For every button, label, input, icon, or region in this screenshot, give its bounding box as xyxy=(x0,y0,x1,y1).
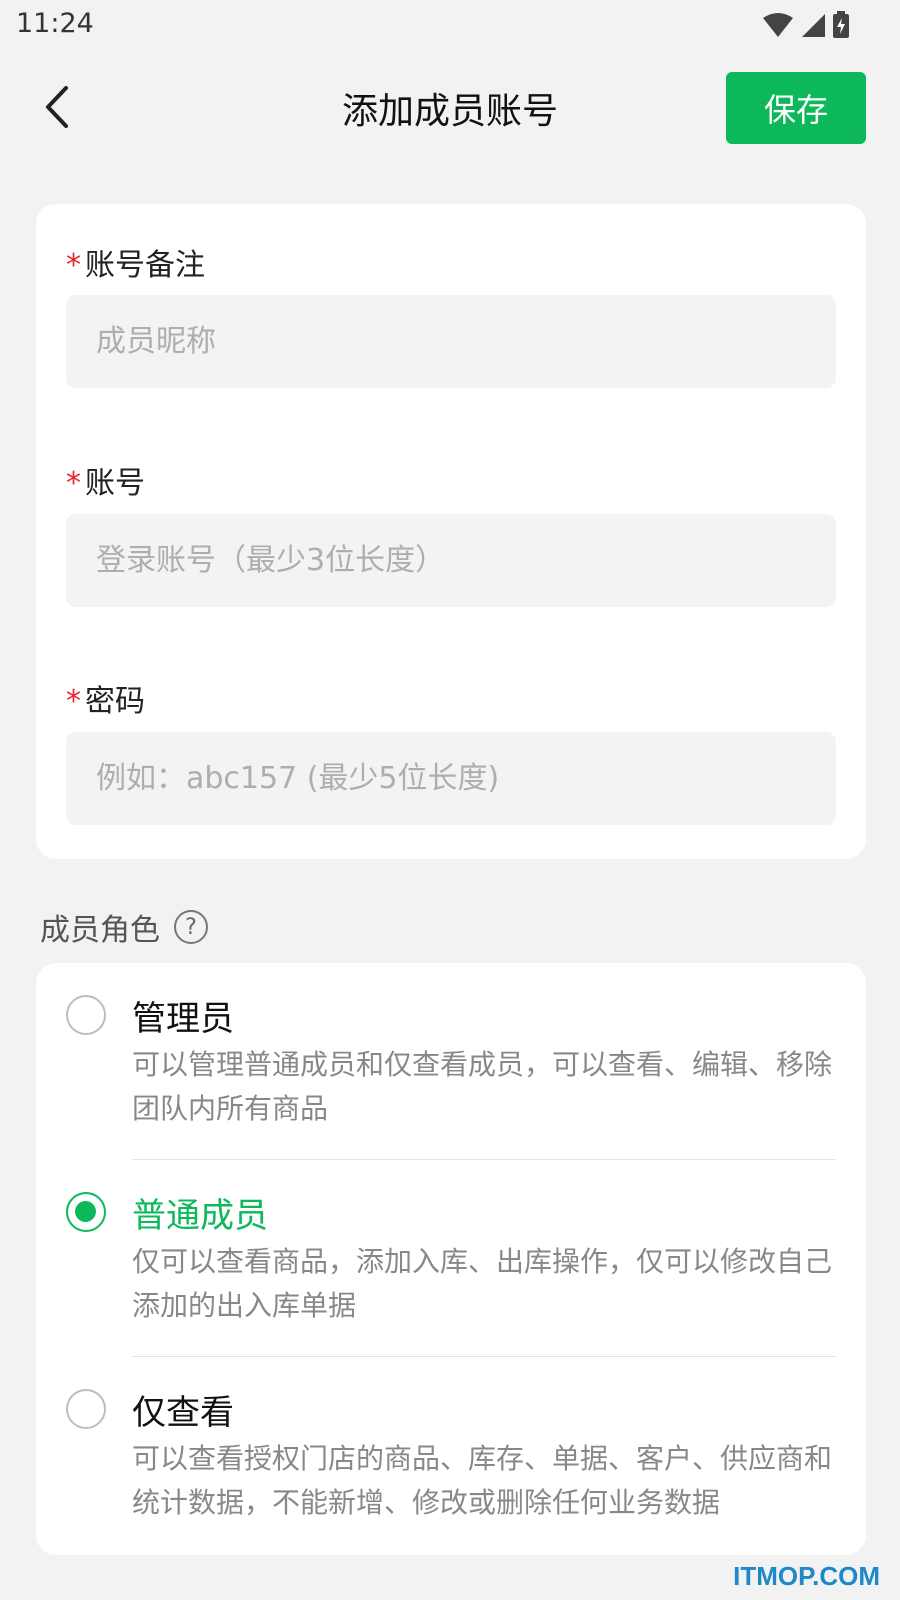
signal-icon xyxy=(802,14,825,37)
account-form-card: *账号备注 *账号 *密码 xyxy=(36,204,866,859)
role-desc-admin: 可以管理普通成员和仅查看成员，可以查看、编辑、移除团队内所有商品 xyxy=(132,1048,833,1125)
required-mark: * xyxy=(66,684,81,719)
account-label: * 账号 xyxy=(66,458,145,502)
role-option-viewer[interactable]: 仅查看 可以查看授权门店的商品、库存、单据、客户、供应商和统计数据，不能新增、修… xyxy=(36,1357,866,1555)
watermark: ITMOP.COM xyxy=(733,1561,880,1591)
required-mark: * xyxy=(66,466,81,501)
roles-card: 管理员 可以管理普通成员和仅查看成员，可以查看、编辑、移除团队内所有商品 普通成… xyxy=(36,963,866,1555)
radio-admin[interactable] xyxy=(66,995,106,1035)
role-desc-member: 仅可以查看商品，添加入库、出库操作，仅可以修改自己添加的出入库单据 xyxy=(132,1245,833,1322)
nickname-label-text: 账号备注 xyxy=(85,248,205,283)
role-name-viewer: 仅查看 xyxy=(132,1393,234,1433)
save-button[interactable]: 保存 xyxy=(726,72,866,144)
role-option-admin[interactable]: 管理员 可以管理普通成员和仅查看成员，可以查看、编辑、移除团队内所有商品 xyxy=(36,963,866,1160)
required-mark: * xyxy=(66,248,81,283)
wifi-icon xyxy=(763,13,793,37)
password-label-text: 密码 xyxy=(85,684,145,719)
status-icons xyxy=(762,10,850,40)
role-name-admin: 管理员 xyxy=(132,999,234,1039)
app-bar: 添加成员账号 保存 xyxy=(0,60,900,155)
radio-member[interactable] xyxy=(66,1192,106,1232)
radio-viewer[interactable] xyxy=(66,1389,106,1429)
role-section-title-text: 成员角色 xyxy=(40,913,160,948)
role-name-member: 普通成员 xyxy=(132,1196,268,1236)
status-bar: 11:24 xyxy=(0,0,900,50)
password-label: * 密码 xyxy=(66,676,145,720)
account-label-text: 账号 xyxy=(85,466,145,501)
password-input[interactable] xyxy=(66,732,836,825)
help-icon[interactable]: ? xyxy=(174,910,208,944)
battery-charging-icon xyxy=(833,11,849,38)
role-section-title: 成员角色 ? xyxy=(40,905,208,949)
nickname-input[interactable] xyxy=(66,295,836,388)
role-option-member[interactable]: 普通成员 仅可以查看商品，添加入库、出库操作，仅可以修改自己添加的出入库单据 xyxy=(36,1160,866,1357)
status-time: 11:24 xyxy=(16,8,94,39)
account-input[interactable] xyxy=(66,514,836,607)
role-desc-viewer: 可以查看授权门店的商品、库存、单据、客户、供应商和统计数据，不能新增、修改或删除… xyxy=(132,1442,833,1519)
nickname-label: * 账号备注 xyxy=(66,240,205,284)
